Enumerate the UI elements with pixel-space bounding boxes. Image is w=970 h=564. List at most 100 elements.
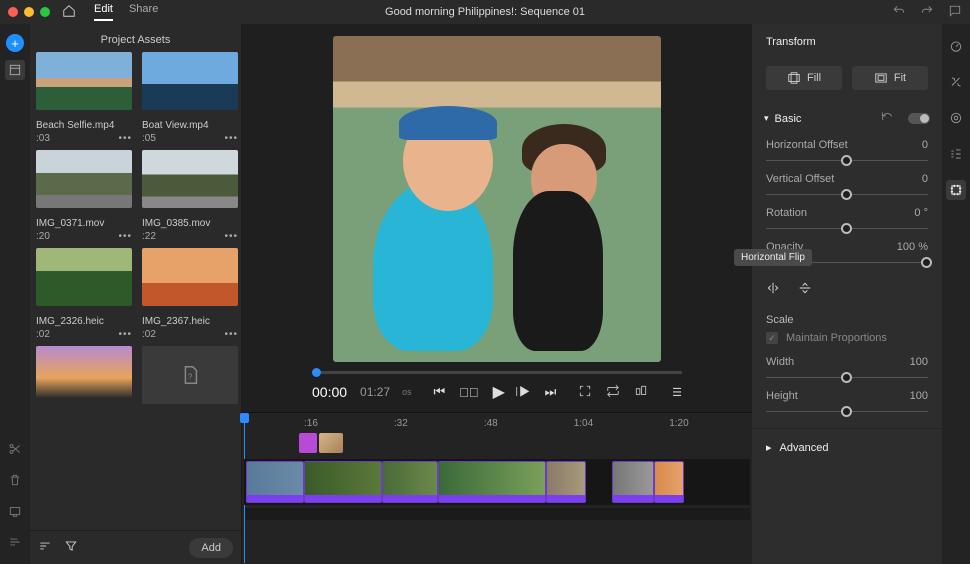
- list-settings-icon[interactable]: [8, 535, 22, 552]
- asset-thumbnail[interactable]: [36, 150, 132, 208]
- h-offset-slider[interactable]: [766, 153, 928, 167]
- asset-name: IMG_0385.mov: [142, 218, 238, 229]
- filter-icon[interactable]: [64, 539, 78, 556]
- asset-thumbnail[interactable]: [36, 52, 132, 110]
- asset-duration: :03: [36, 133, 50, 144]
- step-back-icon[interactable]: ◀⃒: [459, 385, 479, 400]
- v-offset-value[interactable]: 0: [922, 173, 928, 185]
- h-offset-value[interactable]: 0: [922, 139, 928, 151]
- opacity-value[interactable]: 100 %: [897, 241, 928, 253]
- advanced-section-header[interactable]: ▸ Advanced: [752, 428, 942, 466]
- upper-track[interactable]: [244, 433, 750, 455]
- checkbox-icon[interactable]: ✓: [766, 332, 778, 344]
- asset-thumbnail[interactable]: [142, 150, 238, 208]
- fullscreen-icon[interactable]: [578, 384, 592, 401]
- quality-icon[interactable]: [634, 384, 648, 401]
- fit-button[interactable]: Fit: [852, 66, 928, 90]
- basic-label: Basic: [775, 113, 802, 125]
- project-panel-icon[interactable]: [5, 60, 25, 80]
- ruler-tick: :48: [484, 418, 498, 429]
- tab-edit[interactable]: Edit: [94, 3, 113, 21]
- asset-thumbnail[interactable]: [36, 248, 132, 306]
- audio-clip[interactable]: [299, 433, 317, 453]
- play-icon[interactable]: ▶: [493, 382, 505, 402]
- asset-menu-icon[interactable]: •••: [224, 133, 238, 144]
- timeline-clip[interactable]: [382, 461, 438, 503]
- width-value[interactable]: 100: [910, 356, 928, 368]
- asset-item[interactable]: IMG_0371.mov:20•••: [36, 150, 132, 242]
- basic-toggle[interactable]: [908, 113, 930, 124]
- asset-item[interactable]: IMG_2367.heic:02•••: [142, 248, 238, 340]
- export-icon[interactable]: [8, 504, 22, 521]
- asset-menu-icon[interactable]: •••: [224, 329, 238, 340]
- timeline-clip[interactable]: [612, 461, 654, 503]
- playhead-icon[interactable]: [312, 368, 321, 377]
- audio-icon[interactable]: [946, 144, 966, 164]
- v-offset-slider[interactable]: [766, 187, 928, 201]
- tab-share[interactable]: Share: [129, 3, 158, 21]
- asset-menu-icon[interactable]: •••: [118, 231, 132, 242]
- timeline-ruler[interactable]: :16:32:481:041:20: [242, 413, 752, 433]
- asset-thumbnail[interactable]: [142, 52, 238, 110]
- monitor-scrubber[interactable]: [312, 371, 682, 374]
- timeline[interactable]: :16:32:481:041:20: [242, 412, 752, 564]
- maintain-proportions-row[interactable]: ✓ Maintain Proportions: [752, 330, 942, 352]
- minimize-window-button[interactable]: [24, 7, 34, 17]
- rotation-value[interactable]: 0 °: [914, 207, 928, 219]
- vertical-flip-icon[interactable]: [798, 281, 812, 298]
- speed-icon[interactable]: [946, 36, 966, 56]
- timeline-clip[interactable]: [546, 461, 586, 503]
- basic-section-header[interactable]: ▾ Basic: [752, 102, 942, 135]
- timeline-clip[interactable]: [304, 461, 382, 503]
- asset-item[interactable]: IMG_0385.mov:22•••: [142, 150, 238, 242]
- transform-icon[interactable]: [946, 180, 966, 200]
- horizontal-flip-icon[interactable]: [766, 281, 780, 298]
- asset-menu-icon[interactable]: •••: [118, 133, 132, 144]
- add-button[interactable]: Add: [189, 538, 233, 558]
- chevron-down-icon: ▾: [764, 113, 769, 124]
- trash-icon[interactable]: [8, 473, 22, 490]
- asset-menu-icon[interactable]: •••: [118, 329, 132, 340]
- monitor-menu-icon[interactable]: ☰: [672, 386, 682, 399]
- video-track[interactable]: [244, 459, 750, 505]
- timecode-duration: 01:27: [360, 385, 390, 399]
- feedback-icon[interactable]: [948, 4, 962, 21]
- close-window-button[interactable]: [8, 7, 18, 17]
- asset-item[interactable]: IMG_2326.heic:02•••: [36, 248, 132, 340]
- asset-thumbnail[interactable]: [142, 248, 238, 306]
- rotation-slider[interactable]: [766, 221, 928, 235]
- timecode-current[interactable]: 00:00: [312, 384, 347, 400]
- go-to-start-icon[interactable]: ⏮: [433, 384, 445, 400]
- undo-icon[interactable]: [892, 4, 906, 21]
- lower-track[interactable]: [244, 508, 750, 520]
- fill-button[interactable]: Fill: [766, 66, 842, 90]
- video-frame[interactable]: [333, 36, 661, 362]
- width-slider[interactable]: [766, 370, 928, 384]
- chevron-right-icon: ▸: [766, 441, 772, 454]
- asset-item[interactable]: Beach Selfie.mp4:03•••: [36, 52, 132, 144]
- overlay-clip[interactable]: [319, 433, 343, 453]
- loop-icon[interactable]: [606, 384, 620, 401]
- asset-item-unknown[interactable]: ?: [142, 346, 238, 404]
- sort-icon[interactable]: [38, 539, 52, 556]
- effects-icon[interactable]: [946, 72, 966, 92]
- advanced-label: Advanced: [780, 442, 829, 454]
- timeline-clip[interactable]: [246, 461, 304, 503]
- scissors-icon[interactable]: [8, 442, 22, 459]
- asset-item[interactable]: [36, 346, 132, 404]
- home-icon[interactable]: [62, 4, 76, 21]
- redo-icon[interactable]: [920, 4, 934, 21]
- asset-thumbnail[interactable]: [36, 346, 132, 404]
- go-to-end-icon[interactable]: ⏭: [545, 384, 557, 400]
- reset-icon[interactable]: [880, 110, 894, 127]
- asset-item[interactable]: Boat View.mp4:05•••: [142, 52, 238, 144]
- add-media-button[interactable]: +: [6, 34, 24, 52]
- color-icon[interactable]: [946, 108, 966, 128]
- asset-menu-icon[interactable]: •••: [224, 231, 238, 242]
- timeline-clip[interactable]: [438, 461, 546, 503]
- height-value[interactable]: 100: [910, 390, 928, 402]
- step-forward-icon[interactable]: ⃒▶: [519, 384, 531, 400]
- timeline-clip[interactable]: [654, 461, 684, 503]
- height-slider[interactable]: [766, 404, 928, 418]
- maximize-window-button[interactable]: [40, 7, 50, 17]
